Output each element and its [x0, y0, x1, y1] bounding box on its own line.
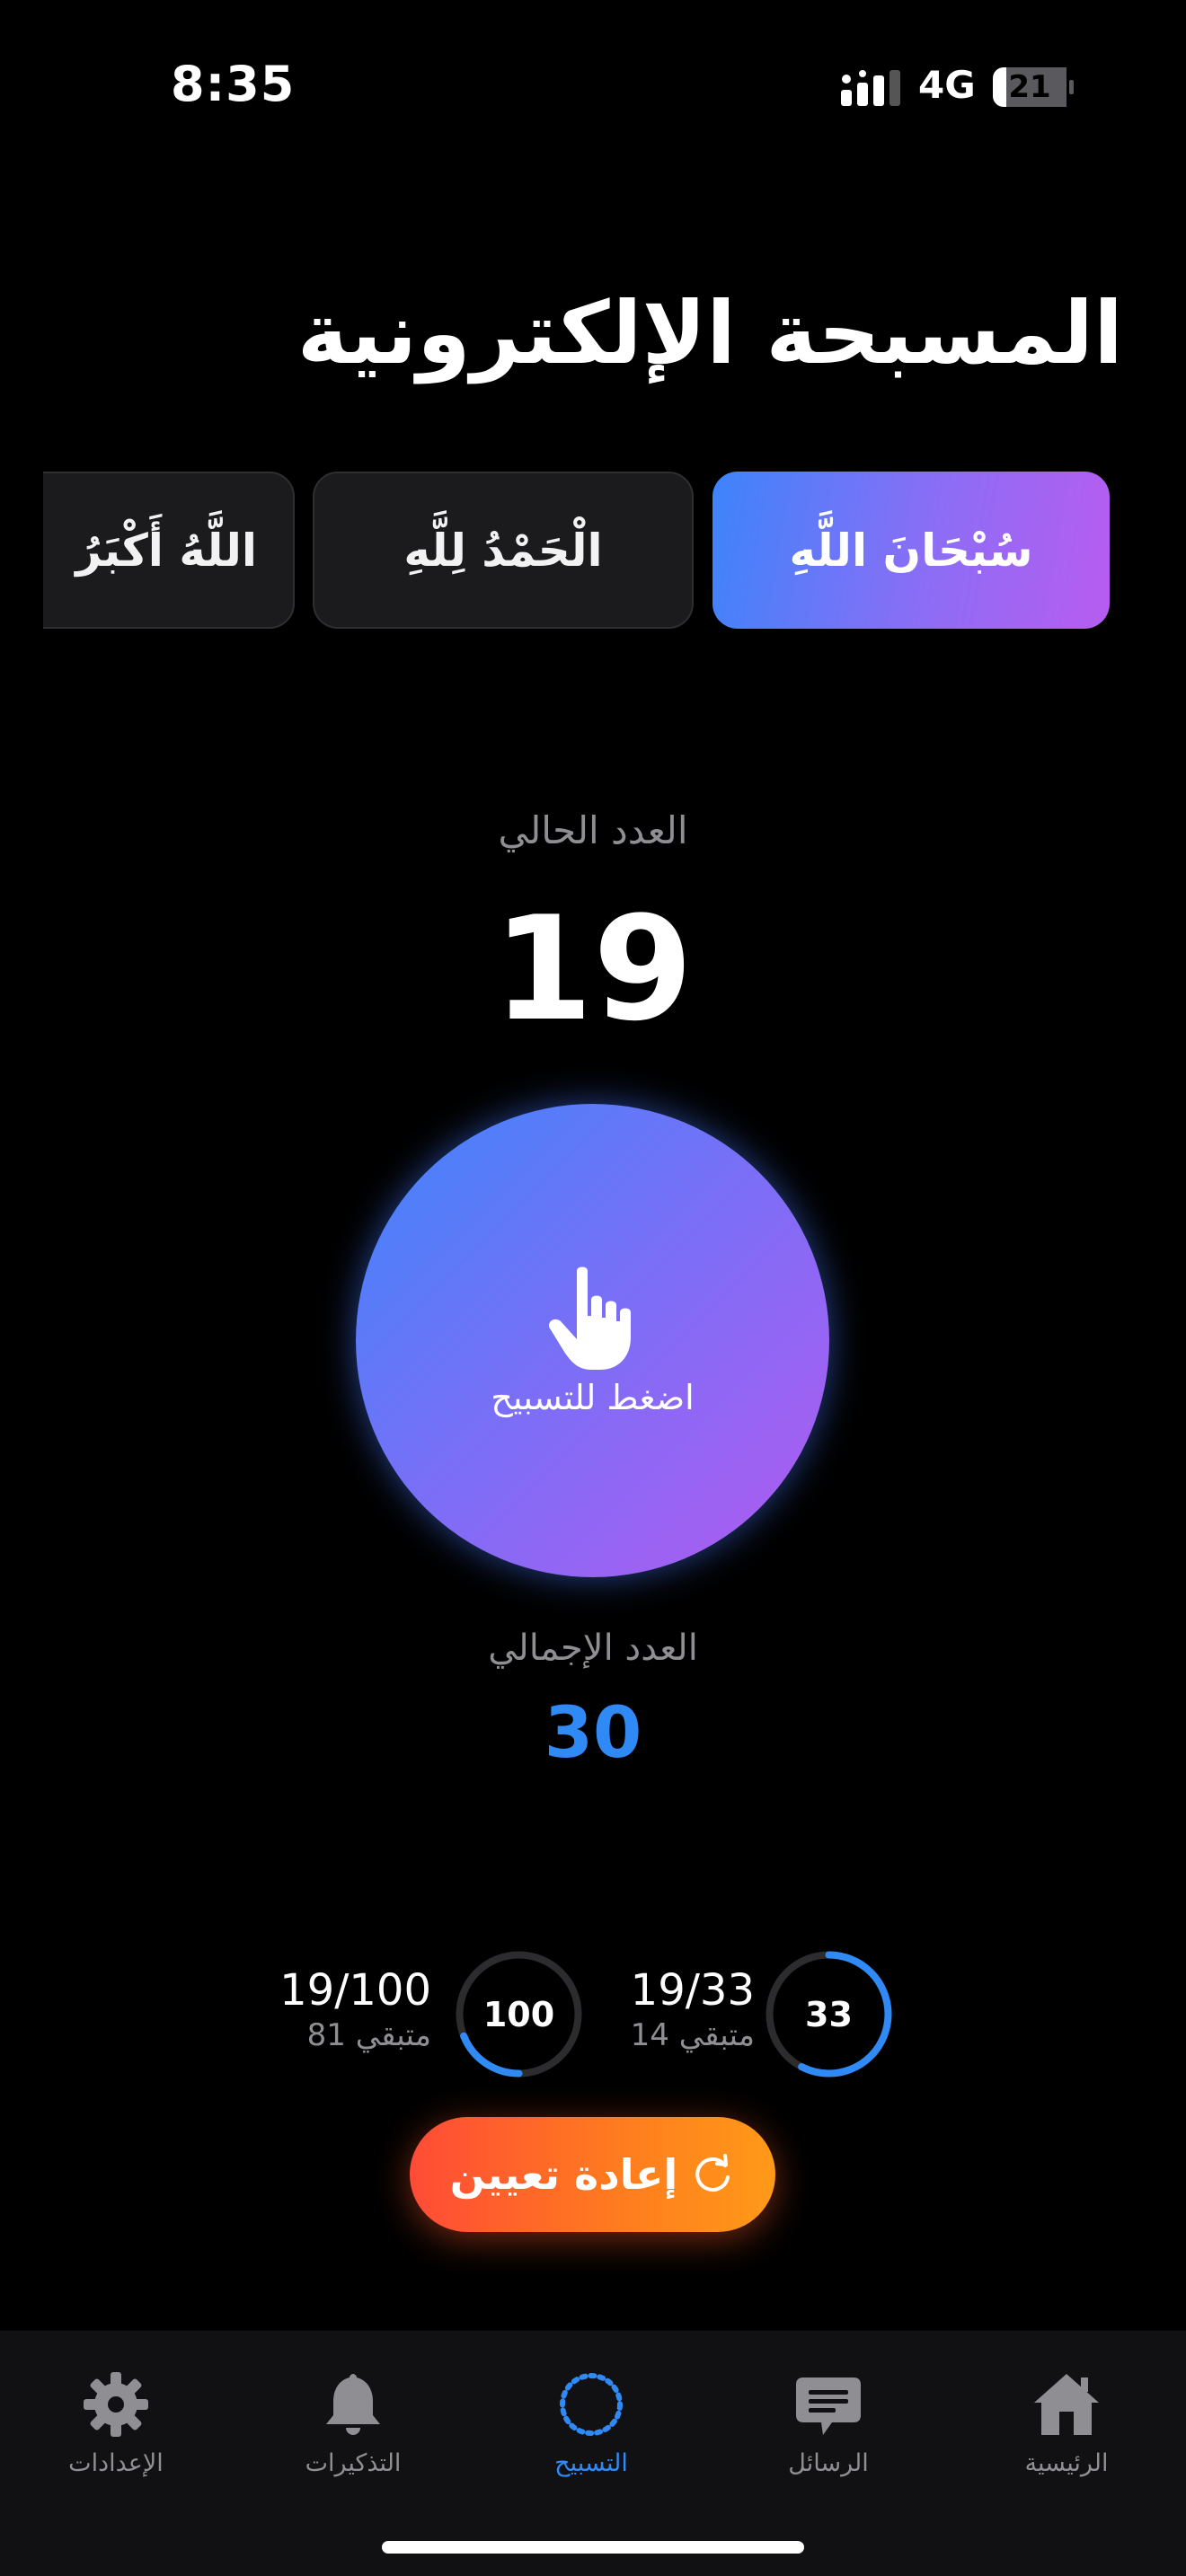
tab-messages-label: الرسائل [788, 2449, 869, 2477]
home-icon [1034, 2374, 1099, 2435]
message-icon [796, 2378, 861, 2435]
goal-100-text: 19/100 متبقي 81 [279, 1965, 431, 2053]
goal-33: 33 19/33 متبقي 14 [620, 1949, 892, 2079]
gear-icon [84, 2372, 148, 2437]
network-type: 4G [918, 63, 976, 107]
current-count: 19 [492, 885, 694, 1053]
total-count-label: العدد الإجمالي [488, 1628, 698, 1669]
tab-tasbih-label: التسبيح [554, 2449, 628, 2477]
tab-messages[interactable]: الرسائل [739, 2367, 918, 2477]
dhikr-selector: سُبْحَانَ اللَّهِ الْحَمْدُ لِلَّهِ اللَ… [43, 472, 1150, 638]
dhikr-chip-subhanallah[interactable]: سُبْحَانَ اللَّهِ [712, 472, 1110, 629]
tab-settings[interactable]: الإعدادات [26, 2367, 206, 2477]
battery-icon: 21 [992, 66, 1075, 108]
home-indicator[interactable] [382, 2541, 804, 2554]
status-bar: 8:35 4G 21 [0, 0, 1186, 180]
dhikr-chip-allahu-akbar[interactable]: اللَّهُ أَكْبَرُ [43, 472, 295, 629]
battery-level: 21 [1008, 69, 1051, 105]
status-time: 8:35 [171, 56, 296, 112]
hand-pointer-icon [548, 1266, 631, 1370]
goal-100-fraction: 19/100 [279, 1965, 431, 2016]
page-title: المسبحة الإلكترونية [296, 283, 1123, 384]
reset-label: إعادة تعيين [449, 2150, 678, 2199]
tap-label: اضغط للتسبيح [491, 1378, 695, 1417]
tab-settings-label: الإعدادات [68, 2449, 164, 2477]
cellular-signal-icon [841, 70, 900, 106]
tab-bar: الرئيسية الرسائل التسبيح التذكيرات الإعد… [0, 2331, 1186, 2576]
tab-reminders[interactable]: التذكيرات [263, 2367, 443, 2477]
dhikr-chip-alhamdulillah[interactable]: الْحَمْدُ لِلَّهِ [313, 472, 694, 629]
goal-33-text: 19/33 متبقي 14 [631, 1965, 755, 2053]
goal-33-fraction: 19/33 [630, 1965, 755, 2016]
goal-100: 100 19/100 متبقي 81 [279, 1949, 586, 2079]
tab-home[interactable]: الرئيسية [977, 2367, 1156, 2477]
tab-tasbih[interactable]: التسبيح [501, 2367, 681, 2477]
goal-100-target: 100 [482, 1994, 555, 2034]
tab-reminders-label: التذكيرات [305, 2449, 402, 2477]
tap-to-count-button[interactable]: اضغط للتسبيح [356, 1104, 829, 1577]
goal-33-remaining: متبقي 14 [630, 2017, 755, 2053]
reset-button[interactable]: إعادة تعيين [410, 2117, 775, 2232]
goal-33-target: 33 [805, 1994, 853, 2034]
total-count: 30 [544, 1693, 642, 1774]
goal-100-remaining: متبقي 81 [306, 2017, 431, 2053]
tasbih-beads-icon [560, 2373, 623, 2436]
bell-icon [326, 2374, 380, 2435]
tab-home-label: الرئيسية [1024, 2449, 1109, 2477]
refresh-icon [695, 2154, 730, 2192]
current-count-label: العدد الحالي [498, 808, 688, 852]
